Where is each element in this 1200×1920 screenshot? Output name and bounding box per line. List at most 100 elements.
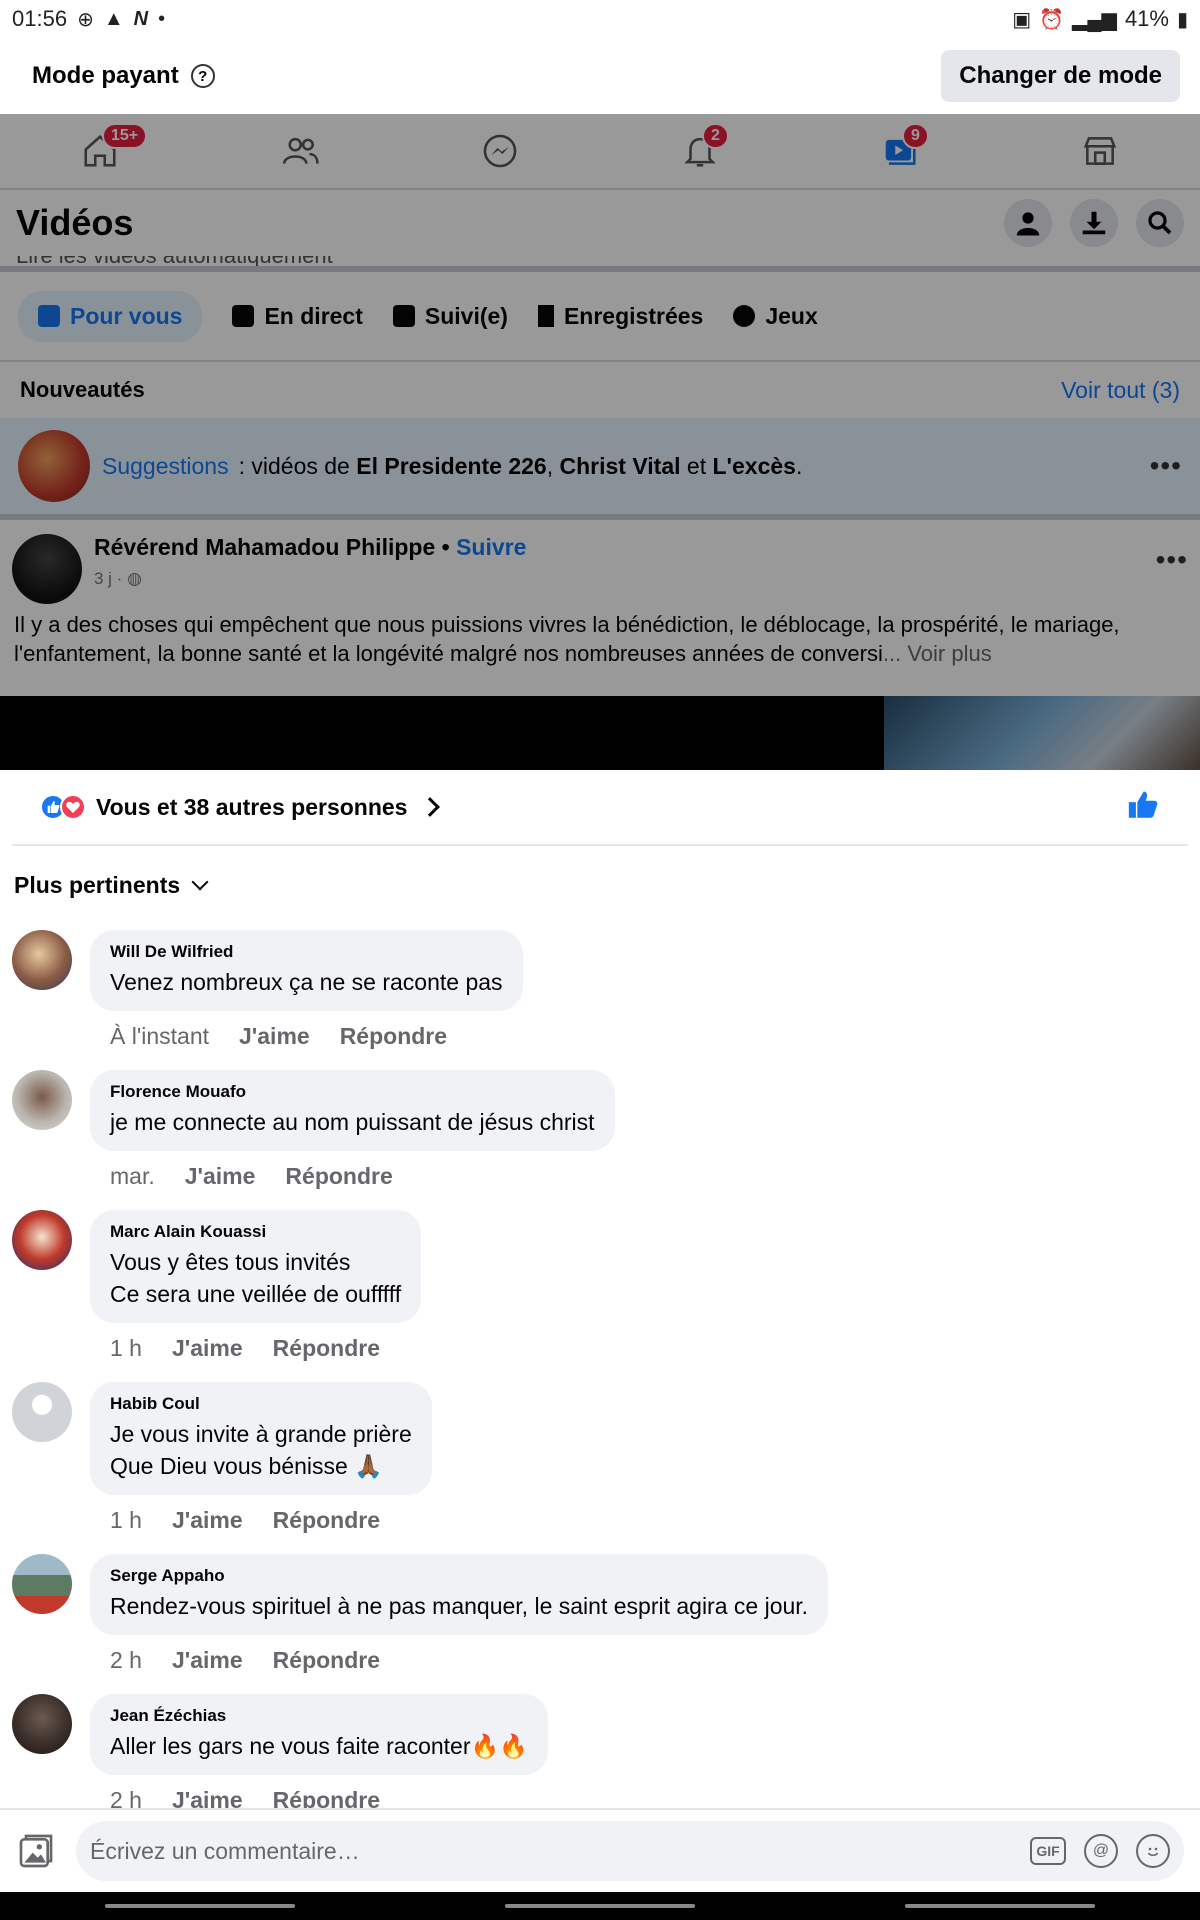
tab-en-direct[interactable]: En direct <box>232 303 363 330</box>
mode-title: Mode payant <box>32 62 179 89</box>
reply-button[interactable]: Répondre <box>273 1507 380 1534</box>
back-button[interactable] <box>905 1904 1095 1908</box>
status-time: 01:56 <box>12 6 68 31</box>
suggestions-label[interactable]: Suggestions <box>102 453 229 480</box>
like-comment-button[interactable]: J'aime <box>172 1335 243 1362</box>
comment-bubble[interactable]: Florence Mouafo je me connecte au nom pu… <box>90 1070 615 1151</box>
post-header: Révérend Mahamadou Philippe • Suivre 3 j… <box>0 514 1200 610</box>
suggestions-row[interactable]: Suggestions : vidéos de El Presidente 22… <box>0 418 1200 514</box>
comment-input[interactable] <box>90 1837 1030 1865</box>
recent-apps-button[interactable] <box>105 1904 295 1908</box>
comment-item: Marc Alain Kouassi Vous y êtes tous invi… <box>12 1210 1200 1362</box>
comment-bubble[interactable]: Marc Alain Kouassi Vous y êtes tous invi… <box>90 1210 422 1323</box>
reply-button[interactable]: Répondre <box>273 1335 380 1362</box>
autoplay-setting[interactable]: Lire les vidéos automatiquement <box>0 256 1200 266</box>
status-bar: 01:56 ⊕ ▲ N • ▣ ⏰ ▂▄▆ 41% ▮ <box>0 0 1200 38</box>
videos-badge: 9 <box>902 123 929 149</box>
check-box-icon <box>392 305 415 327</box>
commenter-avatar[interactable] <box>12 1070 72 1130</box>
comment-bubble[interactable]: Habib Coul Je vous invite à grande prièr… <box>90 1382 432 1495</box>
commenter-name[interactable]: Serge Appaho <box>110 1566 808 1586</box>
videos-header: Vidéos <box>0 190 1200 256</box>
commenter-name[interactable]: Habib Coul <box>110 1394 412 1414</box>
nav-friends[interactable] <box>270 121 330 181</box>
nav-messenger[interactable] <box>470 121 530 181</box>
nav-home[interactable]: 15+ <box>70 121 148 181</box>
page-title: Vidéos <box>16 202 134 243</box>
comment-actions: 1 h J'aime Répondre <box>90 1495 432 1534</box>
tab-suivi[interactable]: Suivi(e) <box>392 303 508 330</box>
sort-selector[interactable]: Plus pertinents <box>0 846 1200 910</box>
play-icon <box>38 305 60 327</box>
comment-bubble[interactable]: Jean Ézéchias Aller les gars ne vous fai… <box>90 1694 548 1775</box>
reactions-row[interactable]: Vous et 38 autres personnes <box>12 770 1188 846</box>
commenter-name[interactable]: Will De Wilfried <box>110 942 503 962</box>
comment-bubble[interactable]: Serge Appaho Rendez-vous spirituel à ne … <box>90 1554 829 1635</box>
reply-button[interactable]: Répondre <box>273 1787 380 1810</box>
alarm-icon: ⏰ <box>1039 8 1064 31</box>
messenger-icon <box>483 134 517 168</box>
like-button[interactable] <box>1126 788 1160 827</box>
reply-button[interactable]: Répondre <box>273 1647 380 1674</box>
comment-time: mar. <box>110 1163 155 1189</box>
nouveautes-row: Nouveautés Voir tout (3) <box>0 362 1200 418</box>
commenter-avatar[interactable] <box>12 1694 72 1754</box>
post-author-avatar[interactable] <box>12 534 82 604</box>
like-comment-button[interactable]: J'aime <box>172 1507 243 1534</box>
commenter-name[interactable]: Marc Alain Kouassi <box>110 1222 401 1242</box>
like-comment-button[interactable]: J'aime <box>185 1163 256 1190</box>
post-options-icon[interactable]: ••• <box>1156 544 1188 576</box>
globe-icon: ◍ <box>127 569 142 588</box>
at-icon[interactable]: @ <box>1084 1834 1118 1868</box>
photo-button[interactable] <box>16 1831 56 1871</box>
mode-bar: Mode payant ? Changer de mode <box>0 38 1200 114</box>
commenter-name[interactable]: Florence Mouafo <box>110 1082 595 1102</box>
separator-dot: • <box>441 534 450 560</box>
reply-button[interactable]: Répondre <box>285 1163 392 1190</box>
comment-actions: 1 h J'aime Répondre <box>90 1323 421 1362</box>
change-mode-button[interactable]: Changer de mode <box>941 50 1180 102</box>
comment-actions: 2 h J'aime Répondre <box>90 1775 548 1810</box>
like-comment-button[interactable]: J'aime <box>239 1023 310 1050</box>
search-button[interactable] <box>1136 199 1184 247</box>
nav-videos[interactable]: 9 <box>870 121 930 181</box>
nav-notifications[interactable]: 2 <box>670 121 730 181</box>
battery-level: 41% <box>1124 6 1169 31</box>
like-comment-button[interactable]: J'aime <box>172 1787 243 1810</box>
download-button[interactable] <box>1070 199 1118 247</box>
comment-item: Habib Coul Je vous invite à grande prièr… <box>12 1382 1200 1534</box>
commenter-avatar[interactable] <box>12 1554 72 1614</box>
tab-pour-vous[interactable]: Pour vous <box>18 290 203 342</box>
top-navigation: 15+ 2 9 <box>0 114 1200 190</box>
basketball-icon: ⊕ <box>77 8 94 31</box>
more-options-icon[interactable]: ••• <box>1150 450 1182 482</box>
nav-marketplace[interactable] <box>1070 121 1130 181</box>
tab-enregistrees[interactable]: Enregistrées <box>537 303 703 330</box>
comment-item: Jean Ézéchias Aller les gars ne vous fai… <box>12 1694 1200 1810</box>
comment-item: Will De Wilfried Venez nombreux ça ne se… <box>12 930 1200 1050</box>
home-button[interactable] <box>505 1904 695 1908</box>
comment-text: Venez nombreux ça ne se raconte pas <box>110 969 503 995</box>
commenter-avatar[interactable] <box>12 1210 72 1270</box>
post-author[interactable]: Révérend Mahamadou Philippe <box>94 534 435 560</box>
comment-bubble[interactable]: Will De Wilfried Venez nombreux ça ne se… <box>90 930 523 1011</box>
reply-button[interactable]: Répondre <box>340 1023 447 1050</box>
comment-item: Florence Mouafo je me connecte au nom pu… <box>12 1070 1200 1190</box>
follow-button[interactable]: Suivre <box>456 534 526 560</box>
commenter-avatar[interactable] <box>12 930 72 990</box>
help-icon[interactable]: ? <box>190 64 215 88</box>
profile-button[interactable] <box>1004 199 1052 247</box>
commenter-avatar[interactable] <box>12 1382 72 1442</box>
love-reaction-icon <box>60 794 86 820</box>
comment-text: Vous y êtes tous invités <box>110 1249 351 1275</box>
video-player[interactable] <box>0 696 1200 770</box>
like-comment-button[interactable]: J'aime <box>172 1647 243 1674</box>
tab-jeux[interactable]: Jeux <box>733 303 818 330</box>
see-all-link[interactable]: Voir tout (3) <box>1061 377 1180 404</box>
gif-icon[interactable]: GIF <box>1030 1837 1066 1865</box>
background-feed: 15+ 2 9 Vidéos Pour vous En direct Suivi… <box>0 114 1200 770</box>
see-more-link[interactable]: ... Voir plus <box>883 641 992 666</box>
emoji-icon[interactable] <box>1136 1834 1170 1868</box>
commenter-name[interactable]: Jean Ézéchias <box>110 1706 528 1726</box>
reactions-summary[interactable]: Vous et 38 autres personnes <box>96 794 407 821</box>
